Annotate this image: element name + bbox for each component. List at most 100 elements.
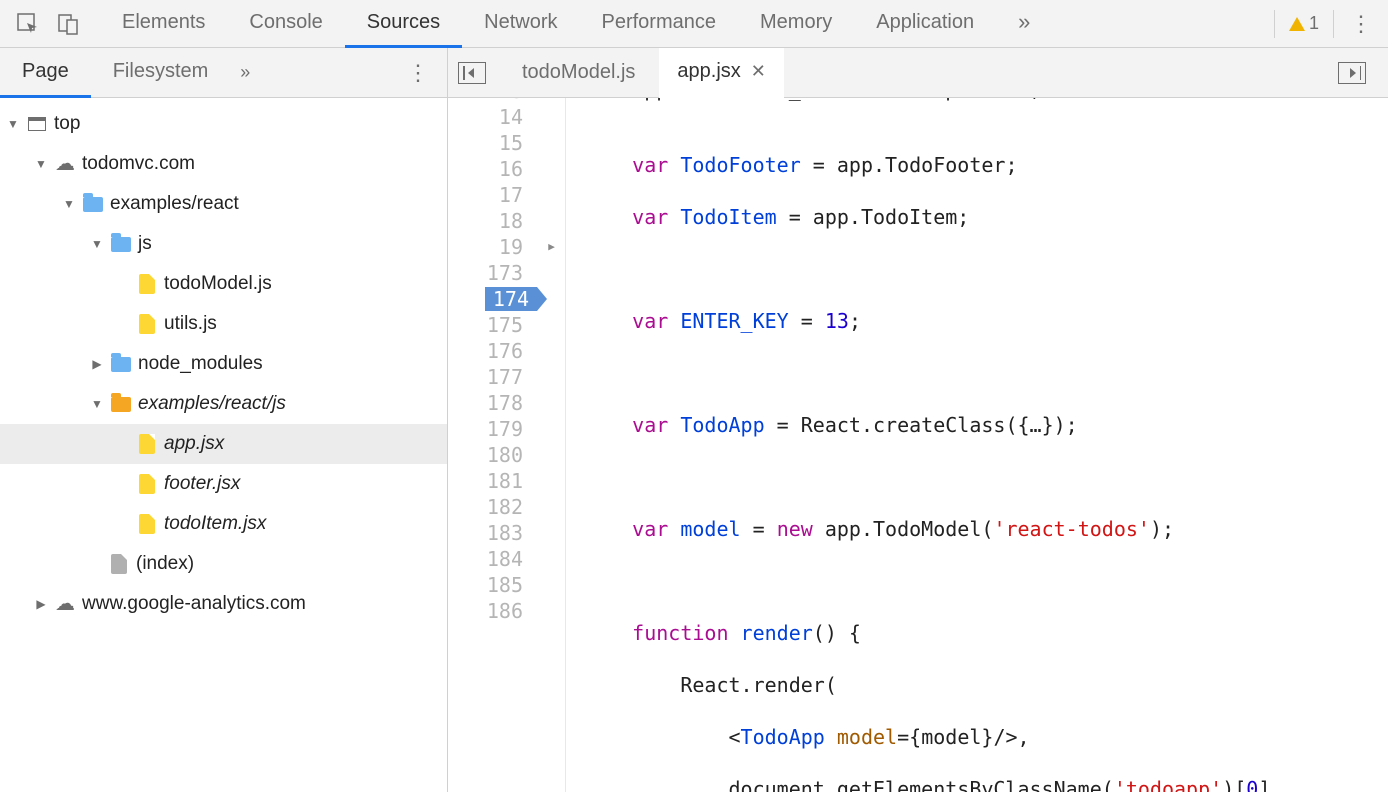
file-icon [136, 433, 158, 455]
tree-folder[interactable]: ▼ examples/react/js [0, 384, 447, 424]
editor-tab[interactable]: todoModel.js [504, 48, 653, 98]
code-line [584, 568, 1388, 594]
line-number[interactable]: 17 [448, 182, 523, 208]
folder-icon [110, 233, 132, 255]
code-line: app.COMPLETED_TODOS = 'completed'; [584, 98, 1042, 102]
line-number[interactable]: 185 [448, 572, 523, 598]
tree-label: examples/react/js [138, 393, 286, 415]
more-menu-icon[interactable]: ⋮ [1333, 10, 1388, 38]
tree-top[interactable]: ▼ top [0, 104, 447, 144]
folder-icon [82, 193, 104, 215]
tree-domain[interactable]: ▶ ☁ www.google-analytics.com [0, 584, 447, 624]
line-number[interactable]: 16 [448, 156, 523, 182]
tab-elements[interactable]: Elements [100, 0, 227, 48]
toggle-left-pane-icon[interactable] [458, 62, 486, 84]
window-icon [26, 113, 48, 135]
line-number[interactable]: 184 [448, 546, 523, 572]
editor-tab-label: app.jsx [677, 60, 740, 83]
code-content[interactable]: app.COMPLETED_TODOS = 'completed'; var T… [566, 98, 1388, 792]
tree-label: todoModel.js [164, 273, 272, 295]
code-line [584, 464, 1388, 490]
tree-label: node_modules [138, 353, 263, 375]
file-icon [136, 313, 158, 335]
fold-toggle-icon[interactable]: ▶ [538, 234, 565, 260]
tab-sources[interactable]: Sources [345, 0, 462, 48]
sidebar-more-icon[interactable]: ⋮ [389, 60, 447, 86]
editor-tabs: todoModel.js app.jsx ✕ [448, 48, 1388, 98]
line-number[interactable]: 173 [448, 260, 523, 286]
editor-tab[interactable]: app.jsx ✕ [659, 48, 783, 98]
tabs-overflow-icon[interactable]: » [996, 0, 1052, 48]
line-gutter[interactable]: 13 14 15 16 17 18 19 173 174 175 176 177… [448, 98, 538, 792]
tab-application[interactable]: Application [854, 0, 996, 48]
editor-tab-label: todoModel.js [522, 61, 635, 84]
tree-domain[interactable]: ▼ ☁ todomvc.com [0, 144, 447, 184]
line-number[interactable]: 19 [448, 234, 523, 260]
line-number[interactable]: 175 [448, 312, 523, 338]
file-icon [136, 473, 158, 495]
code-line: React.render( [584, 672, 1388, 698]
cloud-icon: ☁ [54, 153, 76, 175]
tree-label: top [54, 113, 80, 135]
line-number[interactable]: 177 [448, 364, 523, 390]
tree-label: js [138, 233, 152, 255]
line-number[interactable]: 176 [448, 338, 523, 364]
tree-folder[interactable]: ▶ node_modules [0, 344, 447, 384]
fold-gutter[interactable]: ▶ [538, 98, 566, 792]
tree-label: app.jsx [164, 433, 224, 455]
file-icon [108, 553, 130, 575]
line-number[interactable]: 15 [448, 130, 523, 156]
line-number[interactable]: 183 [448, 520, 523, 546]
tab-network[interactable]: Network [462, 0, 579, 48]
line-number-breakpoint[interactable]: 174 [448, 286, 523, 312]
cloud-icon: ☁ [54, 593, 76, 615]
line-number[interactable]: 179 [448, 416, 523, 442]
tree-file[interactable]: utils.js [0, 304, 447, 344]
folder-icon [110, 393, 132, 415]
line-number[interactable]: 182 [448, 494, 523, 520]
line-number[interactable]: 180 [448, 442, 523, 468]
sources-sidebar: Page Filesystem » ⋮ ▼ top ▼ ☁ todomvc.co… [0, 48, 448, 792]
editor-pane: todoModel.js app.jsx ✕ 13 14 15 16 17 18… [448, 48, 1388, 792]
tree-label: (index) [136, 553, 194, 575]
line-number[interactable]: 186 [448, 598, 523, 624]
file-icon [136, 273, 158, 295]
line-number[interactable]: 18 [448, 208, 523, 234]
tree-folder[interactable]: ▼ js [0, 224, 447, 264]
code-line: document.getElementsByClassName('todoapp… [584, 776, 1388, 792]
devtools-main-tabs: Elements Console Sources Network Perform… [0, 0, 1388, 48]
line-number[interactable]: 178 [448, 390, 523, 416]
sidebar-tabs-overflow-icon[interactable]: » [230, 62, 260, 83]
code-line [584, 360, 1388, 386]
tree-file[interactable]: todoModel.js [0, 264, 447, 304]
toggle-right-pane-icon[interactable] [1338, 62, 1366, 84]
tree-file[interactable]: (index) [0, 544, 447, 584]
inspect-element-icon[interactable] [8, 0, 48, 48]
code-line: function render() { [584, 620, 1388, 646]
line-number[interactable]: 181 [448, 468, 523, 494]
code-line: var model = new app.TodoModel('react-tod… [584, 516, 1388, 542]
tree-label: todoItem.jsx [164, 513, 266, 535]
tab-memory[interactable]: Memory [738, 0, 854, 48]
tree-file[interactable]: footer.jsx [0, 464, 447, 504]
close-icon[interactable]: ✕ [751, 61, 766, 82]
warning-icon [1289, 17, 1305, 31]
code-line [584, 256, 1388, 282]
code-line: var TodoItem = app.TodoItem; [584, 204, 1388, 230]
tree-folder[interactable]: ▼ examples/react [0, 184, 447, 224]
warnings-badge[interactable]: 1 [1274, 10, 1333, 38]
tree-label: footer.jsx [164, 473, 240, 495]
device-toolbar-icon[interactable] [48, 0, 88, 48]
sidebar-tab-page[interactable]: Page [0, 48, 91, 98]
tab-performance[interactable]: Performance [580, 0, 739, 48]
line-number[interactable]: 14 [448, 104, 523, 130]
code-line: var TodoApp = React.createClass({…}); [584, 412, 1388, 438]
code-editor[interactable]: 13 14 15 16 17 18 19 173 174 175 176 177… [448, 98, 1388, 792]
tree-file[interactable]: app.jsx [0, 424, 447, 464]
tab-console[interactable]: Console [227, 0, 344, 48]
file-icon [136, 513, 158, 535]
code-line: var ENTER_KEY = 13; [584, 308, 1388, 334]
tree-file[interactable]: todoItem.jsx [0, 504, 447, 544]
sidebar-tab-filesystem[interactable]: Filesystem [91, 48, 231, 98]
tree-label: todomvc.com [82, 153, 195, 175]
